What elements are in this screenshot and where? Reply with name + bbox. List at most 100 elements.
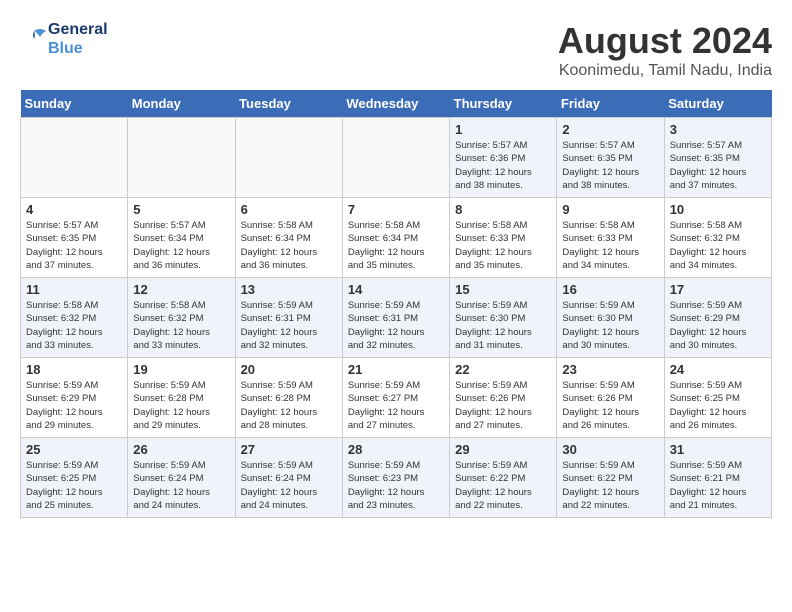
calendar-header-row: SundayMondayTuesdayWednesdayThursdayFrid…: [21, 90, 772, 118]
header: General Blue August 2024 Koonimedu, Tami…: [20, 20, 772, 80]
day-number: 16: [562, 282, 658, 297]
calendar-cell: 7 Sunrise: 5:58 AM Sunset: 6:34 PM Daylig…: [342, 198, 449, 278]
day-info: Sunrise: 5:59 AM Sunset: 6:25 PM Dayligh…: [670, 379, 766, 432]
day-number: 13: [241, 282, 337, 297]
calendar-cell: 19 Sunrise: 5:59 AM Sunset: 6:28 PM Dayli…: [128, 358, 235, 438]
day-number: 29: [455, 442, 551, 457]
calendar-week-5: 25 Sunrise: 5:59 AM Sunset: 6:25 PM Dayli…: [21, 438, 772, 518]
calendar-cell: 15Sunrise: 5:59 AM Sunset: 6:30 PM Dayli…: [450, 278, 557, 358]
calendar-cell: 17Sunrise: 5:59 AM Sunset: 6:29 PM Dayli…: [664, 278, 771, 358]
day-info: Sunrise: 5:59 AM Sunset: 6:26 PM Dayligh…: [455, 379, 551, 432]
calendar-week-1: 1Sunrise: 5:57 AM Sunset: 6:36 PM Daylig…: [21, 118, 772, 198]
col-header-friday: Friday: [557, 90, 664, 118]
day-info: Sunrise: 5:57 AM Sunset: 6:35 PM Dayligh…: [670, 139, 766, 192]
day-number: 17: [670, 282, 766, 297]
calendar-cell: 31 Sunrise: 5:59 AM Sunset: 6:21 PM Dayli…: [664, 438, 771, 518]
day-number: 7: [348, 202, 444, 217]
day-number: 2: [562, 122, 658, 137]
day-number: 9: [562, 202, 658, 217]
day-number: 8: [455, 202, 551, 217]
day-number: 6: [241, 202, 337, 217]
day-number: 12: [133, 282, 229, 297]
calendar-cell: 6 Sunrise: 5:58 AM Sunset: 6:34 PM Daylig…: [235, 198, 342, 278]
day-number: 27: [241, 442, 337, 457]
calendar-cell: 10Sunrise: 5:58 AM Sunset: 6:32 PM Dayli…: [664, 198, 771, 278]
day-number: 31: [670, 442, 766, 457]
day-info: Sunrise: 5:58 AM Sunset: 6:34 PM Dayligh…: [348, 219, 444, 272]
day-number: 1: [455, 122, 551, 137]
calendar-cell: 18 Sunrise: 5:59 AM Sunset: 6:29 PM Dayli…: [21, 358, 128, 438]
calendar-table: SundayMondayTuesdayWednesdayThursdayFrid…: [20, 90, 772, 518]
day-number: 11: [26, 282, 122, 297]
day-info: Sunrise: 5:58 AM Sunset: 6:32 PM Dayligh…: [133, 299, 229, 352]
day-info: Sunrise: 5:58 AM Sunset: 6:33 PM Dayligh…: [455, 219, 551, 272]
day-info: Sunrise: 5:57 AM Sunset: 6:35 PM Dayligh…: [26, 219, 122, 272]
day-number: 3: [670, 122, 766, 137]
day-info: Sunrise: 5:59 AM Sunset: 6:30 PM Dayligh…: [455, 299, 551, 352]
day-number: 14: [348, 282, 444, 297]
day-number: 21: [348, 362, 444, 377]
col-header-monday: Monday: [128, 90, 235, 118]
day-number: 5: [133, 202, 229, 217]
day-info: Sunrise: 5:59 AM Sunset: 6:21 PM Dayligh…: [670, 459, 766, 512]
calendar-cell: [342, 118, 449, 198]
calendar-week-2: 4 Sunrise: 5:57 AM Sunset: 6:35 PM Daylig…: [21, 198, 772, 278]
calendar-week-4: 18 Sunrise: 5:59 AM Sunset: 6:29 PM Dayli…: [21, 358, 772, 438]
day-info: Sunrise: 5:59 AM Sunset: 6:30 PM Dayligh…: [562, 299, 658, 352]
calendar-cell: 22Sunrise: 5:59 AM Sunset: 6:26 PM Dayli…: [450, 358, 557, 438]
calendar-cell: 8 Sunrise: 5:58 AM Sunset: 6:33 PM Daylig…: [450, 198, 557, 278]
day-info: Sunrise: 5:57 AM Sunset: 6:35 PM Dayligh…: [562, 139, 658, 192]
day-number: 26: [133, 442, 229, 457]
col-header-saturday: Saturday: [664, 90, 771, 118]
day-number: 18: [26, 362, 122, 377]
day-info: Sunrise: 5:58 AM Sunset: 6:34 PM Dayligh…: [241, 219, 337, 272]
logo: General Blue: [20, 20, 108, 58]
day-number: 19: [133, 362, 229, 377]
col-header-tuesday: Tuesday: [235, 90, 342, 118]
page-subtitle: Koonimedu, Tamil Nadu, India: [558, 62, 772, 80]
day-number: 28: [348, 442, 444, 457]
calendar-cell: 21 Sunrise: 5:59 AM Sunset: 6:27 PM Dayli…: [342, 358, 449, 438]
calendar-cell: 24 Sunrise: 5:59 AM Sunset: 6:25 PM Dayli…: [664, 358, 771, 438]
calendar-cell: 14 Sunrise: 5:59 AM Sunset: 6:31 PM Dayli…: [342, 278, 449, 358]
calendar-cell: 30 Sunrise: 5:59 AM Sunset: 6:22 PM Dayli…: [557, 438, 664, 518]
day-info: Sunrise: 5:59 AM Sunset: 6:28 PM Dayligh…: [133, 379, 229, 432]
day-info: Sunrise: 5:58 AM Sunset: 6:33 PM Dayligh…: [562, 219, 658, 272]
day-number: 25: [26, 442, 122, 457]
logo-bird-icon: [20, 25, 48, 53]
day-info: Sunrise: 5:59 AM Sunset: 6:31 PM Dayligh…: [348, 299, 444, 352]
day-number: 24: [670, 362, 766, 377]
day-info: Sunrise: 5:57 AM Sunset: 6:34 PM Dayligh…: [133, 219, 229, 272]
calendar-cell: 16 Sunrise: 5:59 AM Sunset: 6:30 PM Dayli…: [557, 278, 664, 358]
day-info: Sunrise: 5:59 AM Sunset: 6:25 PM Dayligh…: [26, 459, 122, 512]
calendar-cell: 25 Sunrise: 5:59 AM Sunset: 6:25 PM Dayli…: [21, 438, 128, 518]
day-info: Sunrise: 5:59 AM Sunset: 6:26 PM Dayligh…: [562, 379, 658, 432]
day-number: 20: [241, 362, 337, 377]
calendar-cell: 23 Sunrise: 5:59 AM Sunset: 6:26 PM Dayli…: [557, 358, 664, 438]
calendar-cell: 11 Sunrise: 5:58 AM Sunset: 6:32 PM Dayli…: [21, 278, 128, 358]
day-number: 4: [26, 202, 122, 217]
col-header-thursday: Thursday: [450, 90, 557, 118]
day-info: Sunrise: 5:58 AM Sunset: 6:32 PM Dayligh…: [26, 299, 122, 352]
calendar-cell: 1Sunrise: 5:57 AM Sunset: 6:36 PM Daylig…: [450, 118, 557, 198]
day-info: Sunrise: 5:59 AM Sunset: 6:27 PM Dayligh…: [348, 379, 444, 432]
calendar-cell: 5 Sunrise: 5:57 AM Sunset: 6:34 PM Daylig…: [128, 198, 235, 278]
title-area: August 2024 Koonimedu, Tamil Nadu, India: [558, 20, 772, 80]
calendar-week-3: 11 Sunrise: 5:58 AM Sunset: 6:32 PM Dayli…: [21, 278, 772, 358]
calendar-cell: 9 Sunrise: 5:58 AM Sunset: 6:33 PM Daylig…: [557, 198, 664, 278]
day-info: Sunrise: 5:59 AM Sunset: 6:24 PM Dayligh…: [241, 459, 337, 512]
calendar-cell: 20Sunrise: 5:59 AM Sunset: 6:28 PM Dayli…: [235, 358, 342, 438]
day-info: Sunrise: 5:59 AM Sunset: 6:29 PM Dayligh…: [26, 379, 122, 432]
col-header-sunday: Sunday: [21, 90, 128, 118]
day-info: Sunrise: 5:59 AM Sunset: 6:22 PM Dayligh…: [562, 459, 658, 512]
calendar-cell: [21, 118, 128, 198]
logo-general: General: [48, 21, 108, 38]
page-title: August 2024: [558, 20, 772, 62]
day-number: 23: [562, 362, 658, 377]
calendar-cell: 12 Sunrise: 5:58 AM Sunset: 6:32 PM Dayli…: [128, 278, 235, 358]
day-info: Sunrise: 5:58 AM Sunset: 6:32 PM Dayligh…: [670, 219, 766, 272]
day-number: 30: [562, 442, 658, 457]
calendar-cell: 27 Sunrise: 5:59 AM Sunset: 6:24 PM Dayli…: [235, 438, 342, 518]
day-info: Sunrise: 5:59 AM Sunset: 6:23 PM Dayligh…: [348, 459, 444, 512]
calendar-cell: 3 Sunrise: 5:57 AM Sunset: 6:35 PM Daylig…: [664, 118, 771, 198]
